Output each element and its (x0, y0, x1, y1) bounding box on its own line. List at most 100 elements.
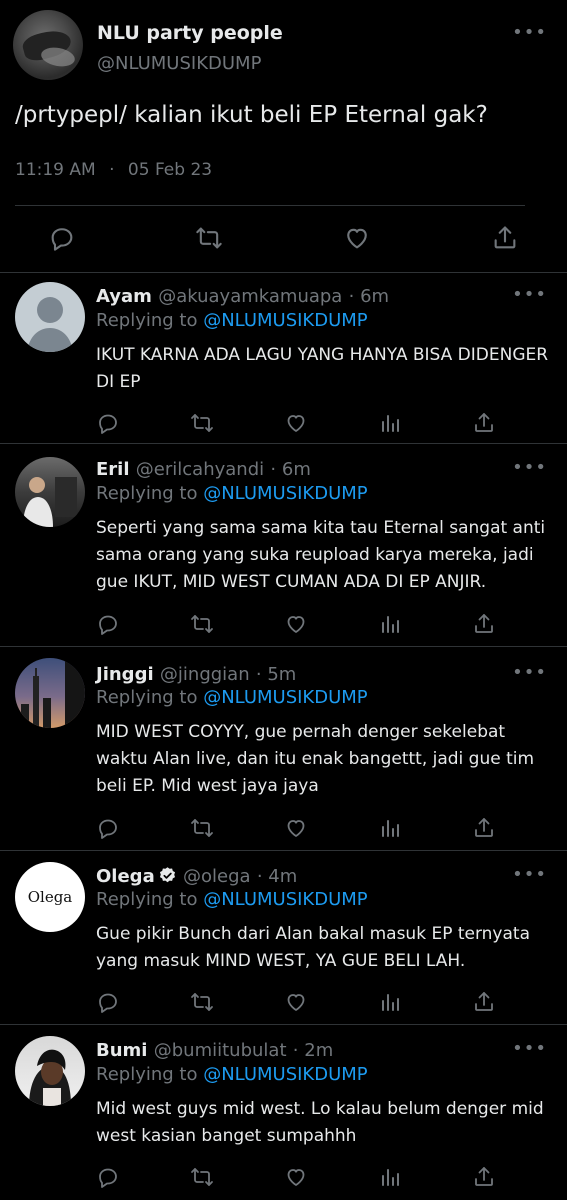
share-icon[interactable] (472, 816, 496, 840)
retweet-icon[interactable] (190, 411, 214, 435)
divider (0, 1024, 567, 1025)
reply-text: MID WEST COYYY, gue pernah denger sekele… (96, 719, 551, 800)
reply-author-name: Olega (96, 866, 155, 887)
more-horizontal-icon[interactable]: ••• (512, 284, 547, 305)
replying-to-link[interactable]: @NLUMUSIKDUMP (203, 310, 367, 331)
reply-text: Seperti yang sama sama kita tau Eternal … (96, 515, 551, 596)
reply-text: IKUT KARNA ADA LAGU YANG HANYA BISA DIDE… (96, 342, 551, 396)
share-icon[interactable] (472, 411, 496, 435)
main-tweet-avatar[interactable] (13, 10, 83, 80)
reply-author-name: Eril (96, 459, 130, 480)
retweet-icon[interactable] (190, 816, 214, 840)
reply-text-line: west kasian banget sumpahhh (96, 1126, 357, 1146)
reply-text-line: IKUT KARNA ADA LAGU YANG HANYA BISA DIDE… (96, 345, 549, 365)
reply-author[interactable]: Bumi @bumiitubulat · 2m (96, 1040, 333, 1061)
retweet-icon[interactable] (190, 1165, 214, 1189)
reply-actions (96, 990, 506, 1016)
reply-author-handle: @akuayamkamuapa (158, 286, 343, 307)
main-tweet-author-name[interactable]: NLU party people (97, 22, 283, 44)
replying-to: Replying to @NLUMUSIKDUMP (96, 889, 368, 910)
reply-author[interactable]: Olega @olega · 4m (96, 866, 297, 887)
reply-text-line: DI EP (96, 372, 141, 392)
avatar[interactable] (15, 1036, 85, 1106)
reply-author-name: Bumi (96, 1040, 148, 1061)
like-icon[interactable] (284, 990, 308, 1014)
views-icon[interactable] (378, 816, 402, 840)
reply-author-name: Jinggi (96, 664, 154, 685)
reply-text-line: MID WEST COYYY, gue pernah denger sekele… (96, 722, 506, 742)
reply-time: · 4m (256, 866, 298, 887)
replying-to-link[interactable]: @NLUMUSIKDUMP (203, 889, 367, 910)
reply-icon[interactable] (96, 816, 120, 840)
replying-to-label: Replying to (96, 1064, 198, 1085)
reply-author[interactable]: Ayam @akuayamkamuapa · 6m (96, 286, 389, 307)
more-horizontal-icon[interactable]: ••• (512, 1038, 547, 1059)
share-icon[interactable] (491, 224, 519, 252)
main-tweet-author-handle[interactable]: @NLUMUSIKDUMP (97, 53, 261, 74)
replying-to-label: Replying to (96, 687, 198, 708)
main-tweet-time: 11:19 AM (15, 160, 96, 180)
reply-text-line: waktu Alan live, dan itu enak bangettt, … (96, 749, 535, 769)
more-horizontal-icon[interactable]: ••• (512, 864, 547, 885)
reply-author-name: Ayam (96, 286, 152, 307)
meta-separator: · (109, 160, 115, 180)
replying-to-link[interactable]: @NLUMUSIKDUMP (203, 483, 367, 504)
replying-to-label: Replying to (96, 483, 198, 504)
share-icon[interactable] (472, 990, 496, 1014)
like-icon[interactable] (284, 1165, 308, 1189)
avatar[interactable] (15, 282, 85, 352)
like-icon[interactable] (342, 224, 372, 252)
reply-author-handle: @olega (183, 866, 251, 887)
reply-text: Mid west guys mid west. Lo kalau belum d… (96, 1096, 551, 1150)
reply-author-handle: @jinggian (159, 664, 250, 685)
replying-to-label: Replying to (96, 310, 198, 331)
reply-author[interactable]: Eril @erilcahyandi · 6m (96, 459, 311, 480)
reply-text-line: Seperti yang sama sama kita tau Eternal … (96, 518, 546, 538)
reply-icon[interactable] (96, 1165, 120, 1189)
avatar-logo-text: Olega (27, 888, 73, 906)
avatar[interactable] (15, 658, 85, 728)
reply-text: Gue pikir Bunch dari Alan bakal masuk EP… (96, 921, 551, 975)
main-tweet-date: 05 Feb 23 (127, 160, 213, 180)
views-icon[interactable] (378, 990, 402, 1014)
main-tweet-timestamp[interactable]: 11:19 AM · 05 Feb 23 (15, 160, 212, 180)
reply-author[interactable]: Jinggi @jinggian · 5m (96, 664, 296, 685)
avatar[interactable] (15, 457, 85, 527)
share-icon[interactable] (472, 612, 496, 636)
like-icon[interactable] (284, 612, 308, 636)
retweet-icon[interactable] (190, 990, 214, 1014)
reply-actions (96, 1165, 506, 1191)
reply-text-line: yang masuk MIND WEST, YA GUE BELI LAH. (96, 951, 466, 971)
replying-to-link[interactable]: @NLUMUSIKDUMP (203, 687, 367, 708)
divider (15, 205, 525, 206)
retweet-icon[interactable] (190, 612, 214, 636)
more-horizontal-icon[interactable]: ••• (512, 662, 547, 683)
replying-to: Replying to @NLUMUSIKDUMP (96, 310, 368, 331)
reply-icon[interactable] (96, 411, 120, 435)
reply-icon[interactable] (96, 612, 120, 636)
divider (0, 272, 567, 273)
more-horizontal-icon[interactable]: ••• (512, 457, 547, 478)
reply-author-handle: @bumiitubulat (153, 1040, 287, 1061)
views-icon[interactable] (378, 411, 402, 435)
replying-to-label: Replying to (96, 889, 198, 910)
reply-icon[interactable] (48, 224, 76, 252)
main-tweet-actions (0, 224, 567, 256)
views-icon[interactable] (378, 612, 402, 636)
views-icon[interactable] (378, 1165, 402, 1189)
avatar[interactable]: Olega (15, 862, 85, 932)
reply-time: · 2m (292, 1040, 334, 1061)
reply-actions (96, 411, 506, 437)
reply-text-line: sama orang yang suka reupload karya mere… (96, 545, 534, 565)
retweet-icon[interactable] (194, 224, 224, 252)
reply-actions (96, 612, 506, 638)
divider (0, 850, 567, 851)
like-icon[interactable] (284, 411, 308, 435)
more-horizontal-icon[interactable]: ••• (512, 22, 547, 43)
replying-to-link[interactable]: @NLUMUSIKDUMP (203, 1064, 367, 1085)
reply-time: · 5m (255, 664, 297, 685)
share-icon[interactable] (472, 1165, 496, 1189)
like-icon[interactable] (284, 816, 308, 840)
reply-icon[interactable] (96, 990, 120, 1014)
replying-to: Replying to @NLUMUSIKDUMP (96, 1064, 368, 1085)
